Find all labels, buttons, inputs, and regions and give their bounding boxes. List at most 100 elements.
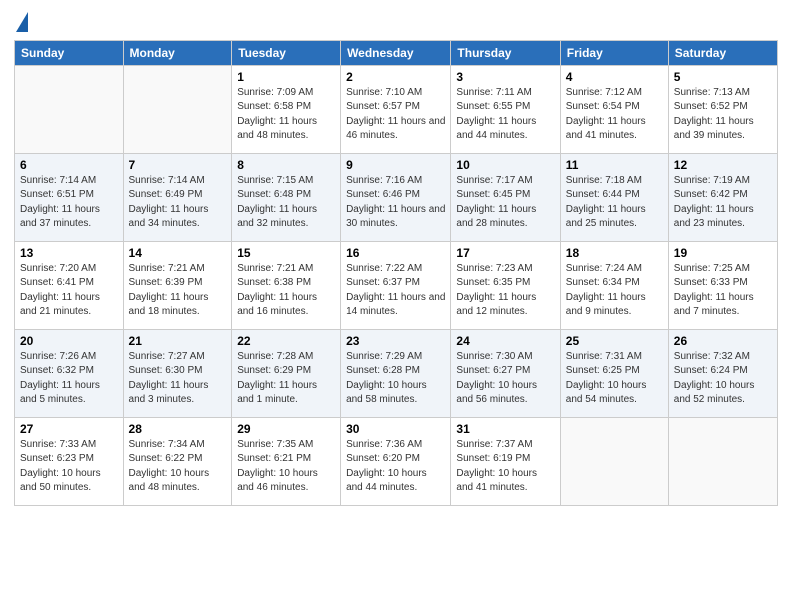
- day-number: 18: [566, 246, 663, 260]
- day-number: 30: [346, 422, 445, 436]
- day-of-week-header: Friday: [560, 40, 668, 65]
- calendar-cell: 25 Sunrise: 7:31 AM Sunset: 6:25 PM Dayli…: [560, 329, 668, 417]
- header-area: [14, 10, 778, 34]
- day-number: 16: [346, 246, 445, 260]
- day-number: 22: [237, 334, 335, 348]
- calendar-cell: 8 Sunrise: 7:15 AM Sunset: 6:48 PM Daylig…: [232, 153, 341, 241]
- calendar-cell: 22Sunrise: 7:28 AM Sunset: 6:29 PM Dayli…: [232, 329, 341, 417]
- calendar-cell: 14 Sunrise: 7:21 AM Sunset: 6:39 PM Dayli…: [123, 241, 232, 329]
- day-info: Sunrise: 7:17 AM Sunset: 6:45 PM Dayligh…: [456, 174, 554, 232]
- day-info: Sunrise: 7:37 AM Sunset: 6:19 PM Dayligh…: [456, 438, 554, 496]
- calendar-cell: 6 Sunrise: 7:14 AM Sunset: 6:51 PM Daylig…: [15, 153, 124, 241]
- day-info: Sunrise: 7:23 AM Sunset: 6:35 PM Dayligh…: [456, 262, 554, 320]
- day-of-week-header: Wednesday: [341, 40, 451, 65]
- calendar-cell: 26 Sunrise: 7:32 AM Sunset: 6:24 PM Dayli…: [668, 329, 777, 417]
- calendar-cell: [560, 417, 668, 505]
- day-number: 17: [456, 246, 554, 260]
- calendar-cell: 21 Sunrise: 7:27 AM Sunset: 6:30 PM Dayli…: [123, 329, 232, 417]
- day-info: Sunrise: 7:20 AM Sunset: 6:41 PM Dayligh…: [20, 262, 118, 320]
- day-info: Sunrise: 7:22 AM Sunset: 6:37 PM Dayligh…: [346, 262, 445, 320]
- day-number: 7: [129, 158, 227, 172]
- day-info: Sunrise: 7:30 AM Sunset: 6:27 PM Dayligh…: [456, 350, 554, 408]
- day-number: 27: [20, 422, 118, 436]
- day-number: 29: [237, 422, 335, 436]
- day-number: 15: [237, 246, 335, 260]
- calendar-cell: 31 Sunrise: 7:37 AM Sunset: 6:19 PM Dayli…: [451, 417, 560, 505]
- calendar-cell: 20 Sunrise: 7:26 AM Sunset: 6:32 PM Dayli…: [15, 329, 124, 417]
- day-number: 10: [456, 158, 554, 172]
- day-number: 1: [237, 70, 335, 84]
- day-number: 21: [129, 334, 227, 348]
- page-container: SundayMondayTuesdayWednesdayThursdayFrid…: [0, 0, 792, 516]
- day-number: 8: [237, 158, 335, 172]
- calendar-cell: 2 Sunrise: 7:10 AM Sunset: 6:57 PM Daylig…: [341, 65, 451, 153]
- day-info: Sunrise: 7:27 AM Sunset: 6:30 PM Dayligh…: [129, 350, 227, 408]
- day-of-week-header: Tuesday: [232, 40, 341, 65]
- calendar-cell: [15, 65, 124, 153]
- day-info: Sunrise: 7:34 AM Sunset: 6:22 PM Dayligh…: [129, 438, 227, 496]
- calendar-cell: 12 Sunrise: 7:19 AM Sunset: 6:42 PM Dayli…: [668, 153, 777, 241]
- day-of-week-header: Thursday: [451, 40, 560, 65]
- calendar-cell: [668, 417, 777, 505]
- day-number: 6: [20, 158, 118, 172]
- day-info: Sunrise: 7:16 AM Sunset: 6:46 PM Dayligh…: [346, 174, 445, 232]
- day-info: Sunrise: 7:26 AM Sunset: 6:32 PM Dayligh…: [20, 350, 118, 408]
- calendar-cell: 9 Sunrise: 7:16 AM Sunset: 6:46 PM Daylig…: [341, 153, 451, 241]
- calendar-cell: 1 Sunrise: 7:09 AM Sunset: 6:58 PM Daylig…: [232, 65, 341, 153]
- day-number: 26: [674, 334, 772, 348]
- calendar-cell: 23Sunrise: 7:29 AM Sunset: 6:28 PM Dayli…: [341, 329, 451, 417]
- day-number: 9: [346, 158, 445, 172]
- calendar-cell: 29 Sunrise: 7:35 AM Sunset: 6:21 PM Dayli…: [232, 417, 341, 505]
- day-info: Sunrise: 7:25 AM Sunset: 6:33 PM Dayligh…: [674, 262, 772, 320]
- day-info: Sunrise: 7:09 AM Sunset: 6:58 PM Dayligh…: [237, 86, 335, 144]
- day-number: 12: [674, 158, 772, 172]
- calendar-cell: 11 Sunrise: 7:18 AM Sunset: 6:44 PM Dayli…: [560, 153, 668, 241]
- day-info: Sunrise: 7:24 AM Sunset: 6:34 PM Dayligh…: [566, 262, 663, 320]
- day-number: 25: [566, 334, 663, 348]
- day-number: 5: [674, 70, 772, 84]
- day-number: 11: [566, 158, 663, 172]
- day-number: 14: [129, 246, 227, 260]
- day-number: 28: [129, 422, 227, 436]
- calendar-cell: 13 Sunrise: 7:20 AM Sunset: 6:41 PM Dayli…: [15, 241, 124, 329]
- day-of-week-header: Saturday: [668, 40, 777, 65]
- day-info: Sunrise: 7:14 AM Sunset: 6:49 PM Dayligh…: [129, 174, 227, 232]
- day-number: 13: [20, 246, 118, 260]
- day-info: Sunrise: 7:21 AM Sunset: 6:38 PM Dayligh…: [237, 262, 335, 320]
- day-number: 2: [346, 70, 445, 84]
- calendar-cell: 27 Sunrise: 7:33 AM Sunset: 6:23 PM Dayli…: [15, 417, 124, 505]
- day-info: Sunrise: 7:33 AM Sunset: 6:23 PM Dayligh…: [20, 438, 118, 496]
- day-info: Sunrise: 7:29 AM Sunset: 6:28 PM Dayligh…: [346, 350, 445, 408]
- day-info: Sunrise: 7:14 AM Sunset: 6:51 PM Dayligh…: [20, 174, 118, 232]
- calendar-cell: 5 Sunrise: 7:13 AM Sunset: 6:52 PM Daylig…: [668, 65, 777, 153]
- day-info: Sunrise: 7:15 AM Sunset: 6:48 PM Dayligh…: [237, 174, 335, 232]
- day-number: 24: [456, 334, 554, 348]
- logo-triangle-icon: [16, 12, 28, 32]
- day-of-week-header: Sunday: [15, 40, 124, 65]
- day-number: 4: [566, 70, 663, 84]
- day-info: Sunrise: 7:21 AM Sunset: 6:39 PM Dayligh…: [129, 262, 227, 320]
- day-info: Sunrise: 7:36 AM Sunset: 6:20 PM Dayligh…: [346, 438, 445, 496]
- day-info: Sunrise: 7:10 AM Sunset: 6:57 PM Dayligh…: [346, 86, 445, 144]
- day-number: 20: [20, 334, 118, 348]
- day-info: Sunrise: 7:35 AM Sunset: 6:21 PM Dayligh…: [237, 438, 335, 496]
- day-number: 31: [456, 422, 554, 436]
- day-info: Sunrise: 7:12 AM Sunset: 6:54 PM Dayligh…: [566, 86, 663, 144]
- calendar-cell: 28 Sunrise: 7:34 AM Sunset: 6:22 PM Dayli…: [123, 417, 232, 505]
- calendar-cell: 18 Sunrise: 7:24 AM Sunset: 6:34 PM Dayli…: [560, 241, 668, 329]
- calendar-cell: 10 Sunrise: 7:17 AM Sunset: 6:45 PM Dayli…: [451, 153, 560, 241]
- calendar-cell: 7 Sunrise: 7:14 AM Sunset: 6:49 PM Daylig…: [123, 153, 232, 241]
- calendar-cell: 4 Sunrise: 7:12 AM Sunset: 6:54 PM Daylig…: [560, 65, 668, 153]
- calendar-cell: [123, 65, 232, 153]
- day-info: Sunrise: 7:13 AM Sunset: 6:52 PM Dayligh…: [674, 86, 772, 144]
- day-number: 3: [456, 70, 554, 84]
- calendar-cell: 3Sunrise: 7:11 AM Sunset: 6:55 PM Daylig…: [451, 65, 560, 153]
- day-info: Sunrise: 7:31 AM Sunset: 6:25 PM Dayligh…: [566, 350, 663, 408]
- calendar-cell: 17 Sunrise: 7:23 AM Sunset: 6:35 PM Dayli…: [451, 241, 560, 329]
- calendar-cell: 19 Sunrise: 7:25 AM Sunset: 6:33 PM Dayli…: [668, 241, 777, 329]
- day-of-week-header: Monday: [123, 40, 232, 65]
- day-info: Sunrise: 7:18 AM Sunset: 6:44 PM Dayligh…: [566, 174, 663, 232]
- day-info: Sunrise: 7:32 AM Sunset: 6:24 PM Dayligh…: [674, 350, 772, 408]
- day-number: 19: [674, 246, 772, 260]
- day-info: Sunrise: 7:19 AM Sunset: 6:42 PM Dayligh…: [674, 174, 772, 232]
